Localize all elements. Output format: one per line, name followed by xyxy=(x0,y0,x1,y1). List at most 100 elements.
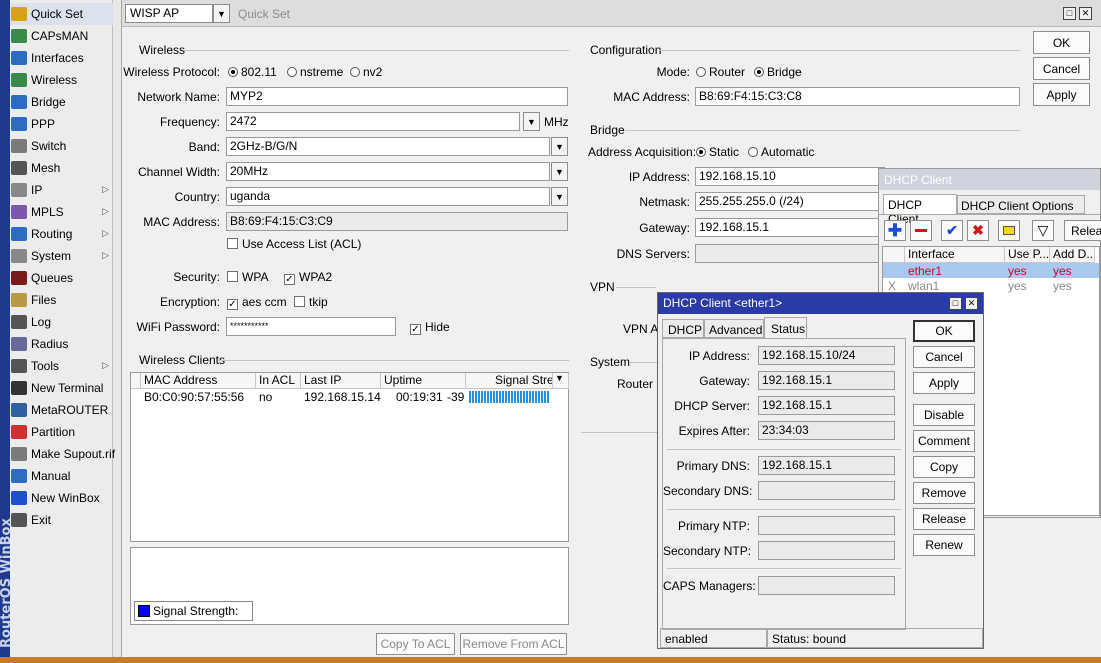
sidebar-item-exit[interactable]: Exit xyxy=(10,509,113,531)
clients-section-title: Wireless Clients xyxy=(139,353,226,367)
sidebar-item-mpls[interactable]: MPLS ▷ xyxy=(10,201,113,223)
sidebar-item-new-terminal[interactable]: New Terminal xyxy=(10,377,113,399)
sidebar-item-quick-set[interactable]: Quick Set xyxy=(10,3,113,25)
remove-from-acl-button[interactable]: Remove From ACL xyxy=(460,633,567,655)
protocol-nstreme-radio[interactable]: nstreme xyxy=(287,65,343,79)
band-dropdown-icon[interactable]: ▼ xyxy=(551,137,568,156)
col-mac-header[interactable]: MAC Address xyxy=(141,373,256,389)
dialog-cancel-button[interactable]: Cancel xyxy=(913,346,975,368)
netmask-field[interactable]: 255.255.255.0 (/24) xyxy=(695,192,885,211)
sidebar-item-partition[interactable]: Partition xyxy=(10,421,113,443)
frequency-dropdown-icon[interactable]: ▼ xyxy=(523,112,540,131)
password-field[interactable]: *********** xyxy=(226,317,396,336)
divider xyxy=(184,50,569,51)
protocol-80211-radio[interactable]: 802.11 xyxy=(228,65,277,79)
tab-advanced[interactable]: Advanced xyxy=(704,319,764,338)
channel-width-select[interactable]: 20MHz xyxy=(226,162,550,181)
acq-static-radio[interactable]: Static xyxy=(696,145,739,159)
dialog-apply-button[interactable]: Apply xyxy=(913,372,975,394)
mode-dropdown-icon[interactable]: ▼ xyxy=(213,4,230,23)
config-mac-field[interactable]: B8:69:F4:15:C3:C8 xyxy=(695,87,1020,106)
sidebar-item-files[interactable]: Files xyxy=(10,289,113,311)
apply-button[interactable]: Apply xyxy=(1033,83,1090,106)
sidebar-item-system[interactable]: System ▷ xyxy=(10,245,113,267)
col-usepeer-header[interactable]: Use P... xyxy=(1005,247,1050,263)
tab-dhcp-client-options[interactable]: DHCP Client Options xyxy=(957,195,1085,214)
country-select[interactable]: uganda xyxy=(226,187,550,206)
dialog-renew-button[interactable]: Renew xyxy=(913,534,975,556)
sidebar-item-routing[interactable]: Routing ▷ xyxy=(10,223,113,245)
col-acl-header[interactable]: In ACL xyxy=(256,373,301,389)
tab-status[interactable]: Status xyxy=(764,317,807,339)
gateway-field[interactable]: 192.168.15.1 xyxy=(695,218,885,237)
add-icon[interactable]: ✚ xyxy=(884,220,906,241)
sidebar-item-ip[interactable]: IP ▷ xyxy=(10,179,113,201)
tkip-checkbox[interactable]: tkip xyxy=(294,295,328,309)
col-signal-header[interactable]: Signal Strength xyxy=(466,373,553,389)
table-row[interactable]: ether1 yes yes xyxy=(883,263,1099,278)
release-button[interactable]: Relea xyxy=(1064,220,1101,241)
maximize-icon[interactable]: □ xyxy=(949,297,962,310)
aes-checkbox[interactable]: ✓ aes ccm xyxy=(227,295,287,310)
dialog-copy-button[interactable]: Copy xyxy=(913,456,975,478)
wpa2-checkbox[interactable]: ✓ WPA2 xyxy=(284,270,332,285)
channel-width-dropdown-icon[interactable]: ▼ xyxy=(551,162,568,181)
bridge-ip-field[interactable]: 192.168.15.10 xyxy=(695,167,885,186)
dialog-ok-button[interactable]: OK xyxy=(913,320,975,342)
disable-icon[interactable]: ✖ xyxy=(967,220,989,241)
acq-automatic-radio[interactable]: Automatic xyxy=(748,145,814,159)
sidebar-item-manual[interactable]: Manual xyxy=(10,465,113,487)
filter-icon[interactable]: ▽ xyxy=(1032,220,1054,241)
hide-checkbox[interactable]: ✓ Hide xyxy=(410,320,450,335)
ok-button[interactable]: OK xyxy=(1033,31,1090,54)
sidebar-item-mesh[interactable]: Mesh xyxy=(10,157,113,179)
close-icon[interactable]: ✕ xyxy=(1079,7,1092,20)
mode-select[interactable]: WISP AP xyxy=(125,4,213,23)
comment-icon[interactable] xyxy=(998,220,1020,241)
table-row[interactable]: B0:C0:90:57:55:56 no 192.168.15.14 00:19… xyxy=(131,389,568,405)
dlg-sntp-value xyxy=(758,541,895,560)
close-icon[interactable]: ✕ xyxy=(965,297,978,310)
sidebar-item-interfaces[interactable]: Interfaces xyxy=(10,47,113,69)
sidebar-item-tools[interactable]: Tools ▷ xyxy=(10,355,113,377)
network-name-field[interactable]: MYP2 xyxy=(226,87,568,106)
sidebar-item-log[interactable]: Log xyxy=(10,311,113,333)
sidebar-item-switch[interactable]: Switch xyxy=(10,135,113,157)
maximize-icon[interactable]: □ xyxy=(1063,7,1076,20)
dialog-remove-button[interactable]: Remove xyxy=(913,482,975,504)
tab-dhcp-client[interactable]: DHCP Client xyxy=(883,194,957,226)
band-select[interactable]: 2GHz-B/G/N xyxy=(226,137,550,156)
sidebar-item-wireless[interactable]: Wireless xyxy=(10,69,113,91)
country-dropdown-icon[interactable]: ▼ xyxy=(551,187,568,206)
mode-router-radio[interactable]: Router xyxy=(696,65,745,79)
sidebar-item-bridge[interactable]: Bridge xyxy=(10,91,113,113)
mode-bridge-radio[interactable]: Bridge xyxy=(754,65,802,79)
acquisition-label: Address Acquisition: xyxy=(588,145,697,159)
dns-field[interactable] xyxy=(695,244,885,263)
table-row[interactable]: X wlan1 yes yes xyxy=(883,278,1099,293)
sidebar-item-queues[interactable]: Queues xyxy=(10,267,113,289)
dialog-release-button[interactable]: Release xyxy=(913,508,975,530)
tab-dhcp[interactable]: DHCP xyxy=(662,319,704,338)
acl-checkbox[interactable]: Use Access List (ACL) xyxy=(227,237,361,251)
sidebar-item-radius[interactable]: Radius xyxy=(10,333,113,355)
frequency-field[interactable]: 2472 xyxy=(226,112,520,131)
dialog-comment-button[interactable]: Comment xyxy=(913,430,975,452)
dialog-disable-button[interactable]: Disable xyxy=(913,404,975,426)
cancel-button[interactable]: Cancel xyxy=(1033,57,1090,80)
sidebar-item-metarouter[interactable]: MetaROUTER xyxy=(10,399,113,421)
sidebar-item-ppp[interactable]: PPP xyxy=(10,113,113,135)
col-adddefault-header[interactable]: Add D... xyxy=(1050,247,1095,263)
enable-icon[interactable]: ✔ xyxy=(941,220,963,241)
col-lastip-header[interactable]: Last IP xyxy=(301,373,381,389)
protocol-nv2-radio[interactable]: nv2 xyxy=(350,65,382,79)
sidebar-item-capsman[interactable]: CAPsMAN xyxy=(10,25,113,47)
columns-menu-icon[interactable]: ▼ xyxy=(553,373,569,389)
sidebar-item-make-supout-rif[interactable]: Make Supout.rif xyxy=(10,443,115,465)
wpa-checkbox[interactable]: WPA xyxy=(227,270,268,284)
remove-icon[interactable] xyxy=(910,220,932,241)
copy-to-acl-button[interactable]: Copy To ACL xyxy=(376,633,455,655)
sidebar-item-new-winbox[interactable]: New WinBox xyxy=(10,487,113,509)
col-interface-header[interactable]: Interface xyxy=(905,247,1005,263)
col-uptime-header[interactable]: Uptime xyxy=(381,373,466,389)
